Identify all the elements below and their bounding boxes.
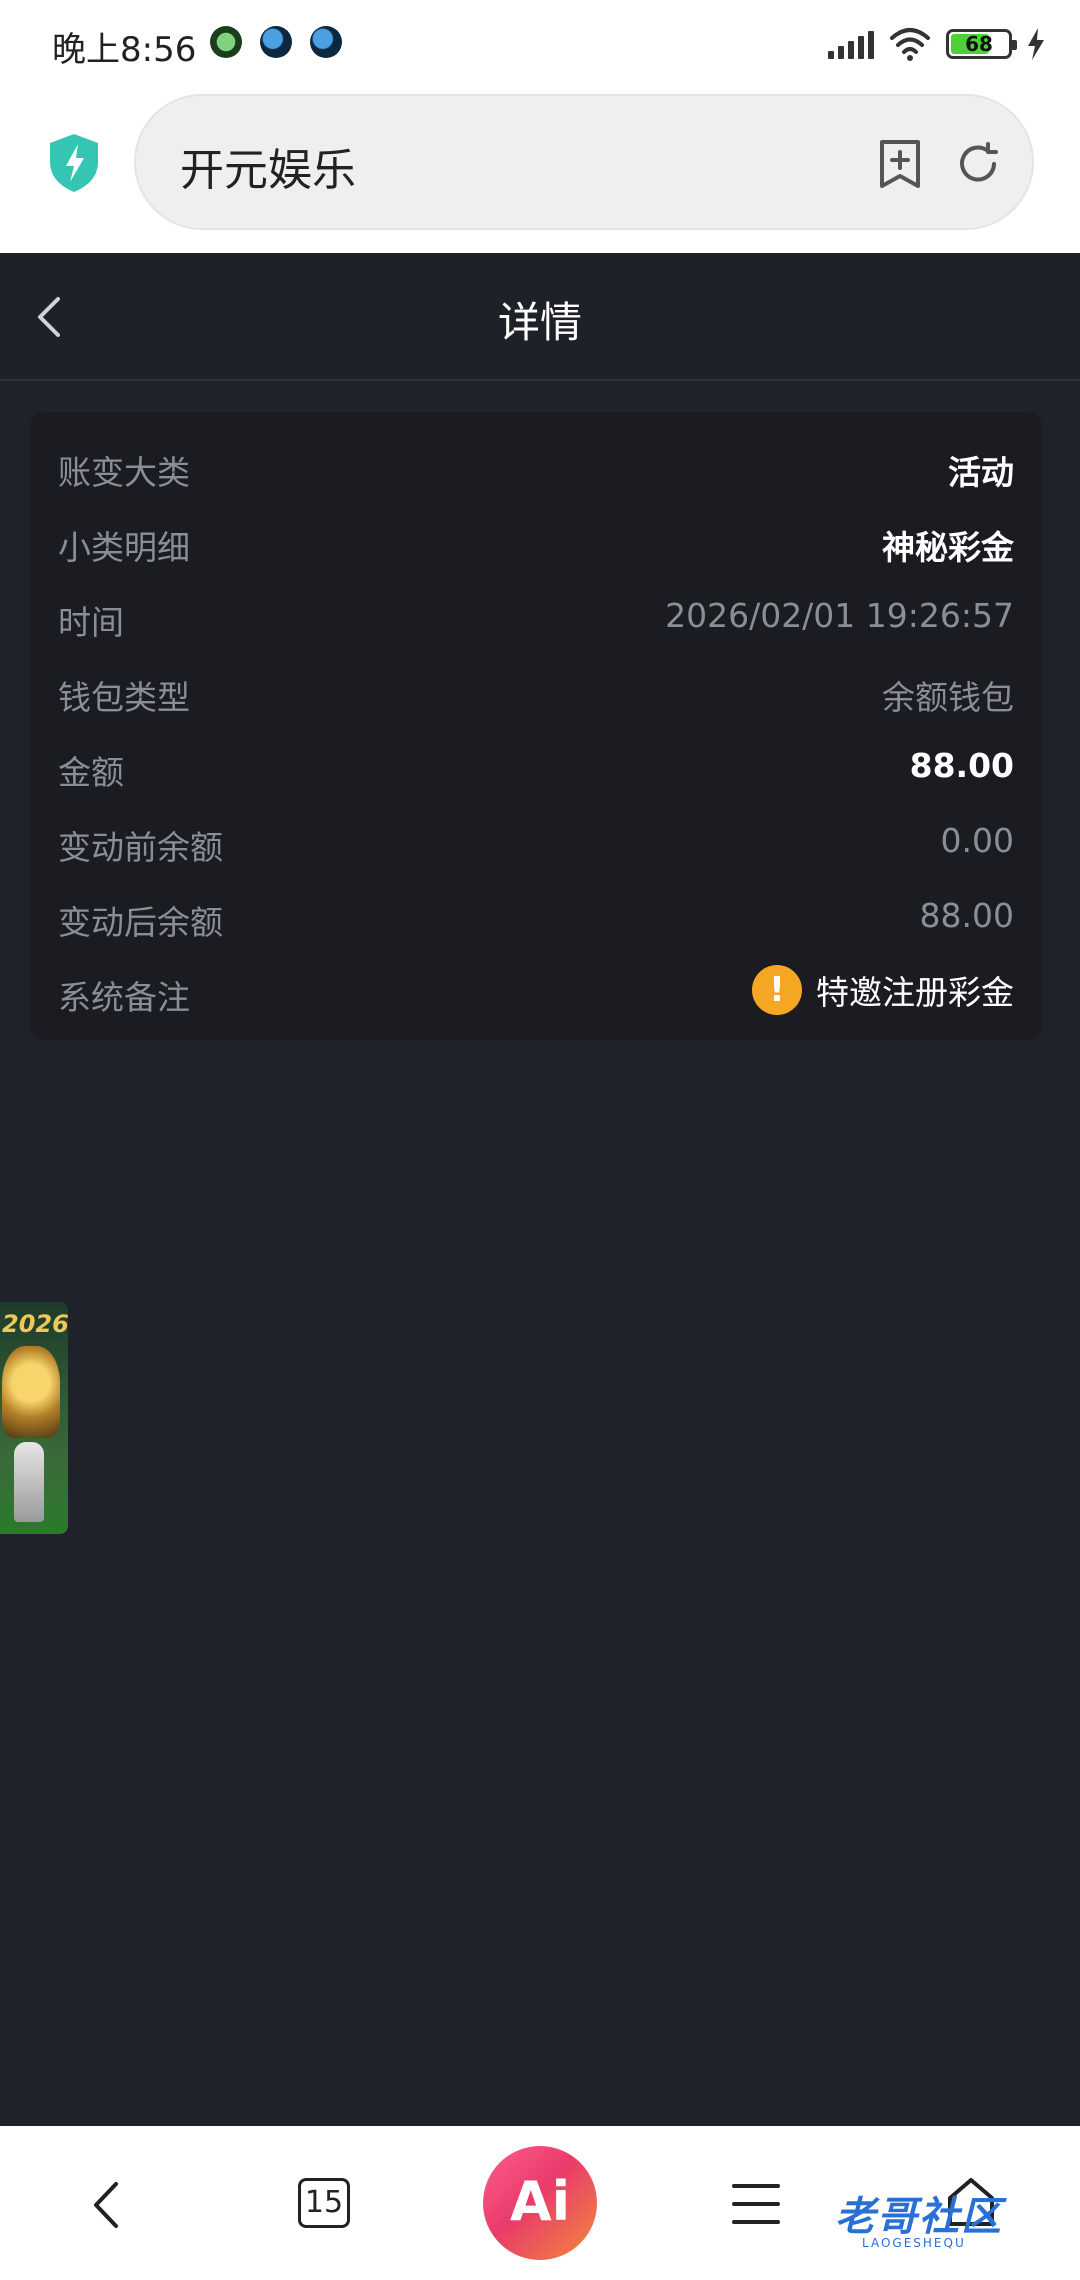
app-header: 详情 — [0, 253, 1080, 381]
battery-level: 68 — [965, 32, 993, 56]
row-value: 0.00 — [940, 821, 1014, 860]
row-value: 2026/02/01 19:26:57 — [665, 596, 1014, 635]
floating-promo-banner[interactable]: 2026 — [0, 1302, 68, 1534]
signal-icon — [828, 29, 874, 59]
warning-icon: ! — [752, 965, 802, 1015]
charging-bolt-icon — [1028, 28, 1044, 60]
battery-icon: 68 — [946, 29, 1017, 59]
detail-row-subcategory: 小类明细 神秘彩金 — [30, 513, 1042, 573]
watermark-sub: LAOGESHEQU — [862, 2236, 966, 2250]
status-bar: 晚上8:56 68 — [0, 0, 1080, 88]
tabs-icon[interactable]: 15 — [298, 2178, 350, 2228]
address-field[interactable]: 开元娱乐 — [134, 94, 1034, 230]
detail-card: 账变大类 活动 小类明细 神秘彩金 时间 2026/02/01 19:26:57… — [30, 412, 1042, 1040]
detail-row-amount: 金额 88.00 — [30, 738, 1042, 798]
row-value: 活动 — [948, 453, 1014, 492]
row-label: 变动后余额 — [58, 903, 223, 942]
detail-row-balance-after: 变动后余额 88.00 — [30, 888, 1042, 948]
ai-button[interactable]: Ai — [483, 2146, 597, 2260]
wifi-icon — [890, 28, 930, 61]
notification-icon — [310, 26, 342, 58]
row-value: 余额钱包 — [882, 678, 1014, 717]
detail-row-wallet: 钱包类型 余额钱包 — [30, 663, 1042, 723]
reload-icon[interactable] — [954, 140, 1002, 188]
row-label: 时间 — [58, 603, 124, 642]
address-text: 开元娱乐 — [180, 145, 356, 196]
bottom-nav: 15 Ai 老哥社区 LAOGESHEQU — [0, 2126, 1080, 2280]
watermark: 老哥社区 — [835, 2194, 1003, 2240]
bookmark-add-icon[interactable] — [876, 138, 924, 190]
row-label: 小类明细 — [58, 528, 190, 567]
status-time: 晚上8:56 — [52, 30, 197, 70]
menu-icon[interactable] — [732, 2182, 780, 2226]
row-label: 系统备注 — [58, 978, 190, 1017]
detail-row-time: 时间 2026/02/01 19:26:57 — [30, 588, 1042, 648]
detail-row-remark: 系统备注 ! 特邀注册彩金 — [30, 963, 1042, 1023]
trophy-image — [2, 1346, 60, 1438]
row-label: 账变大类 — [58, 453, 190, 492]
remark-value: ! 特邀注册彩金 — [752, 965, 1014, 1015]
row-label: 金额 — [58, 753, 124, 792]
status-indicators: 68 — [828, 24, 1046, 64]
detail-row-category: 账变大类 活动 — [30, 438, 1042, 498]
row-value: 神秘彩金 — [882, 528, 1014, 567]
row-label: 变动前余额 — [58, 828, 223, 867]
row-label: 钱包类型 — [58, 678, 190, 717]
shield-icon[interactable] — [46, 132, 102, 194]
notification-icon — [210, 26, 242, 58]
page-title: 详情 — [497, 298, 582, 347]
row-value: 88.00 — [909, 746, 1014, 785]
detail-row-balance-before: 变动前余额 0.00 — [30, 813, 1042, 873]
player-image — [14, 1442, 44, 1522]
remark-text: 特邀注册彩金 — [816, 973, 1014, 1012]
row-value: 88.00 — [919, 896, 1014, 935]
notification-icon — [260, 26, 292, 58]
browser-address-bar: 开元娱乐 — [0, 88, 1080, 253]
nav-back-icon[interactable] — [88, 2178, 124, 2232]
banner-year: 2026 — [2, 1310, 68, 1338]
